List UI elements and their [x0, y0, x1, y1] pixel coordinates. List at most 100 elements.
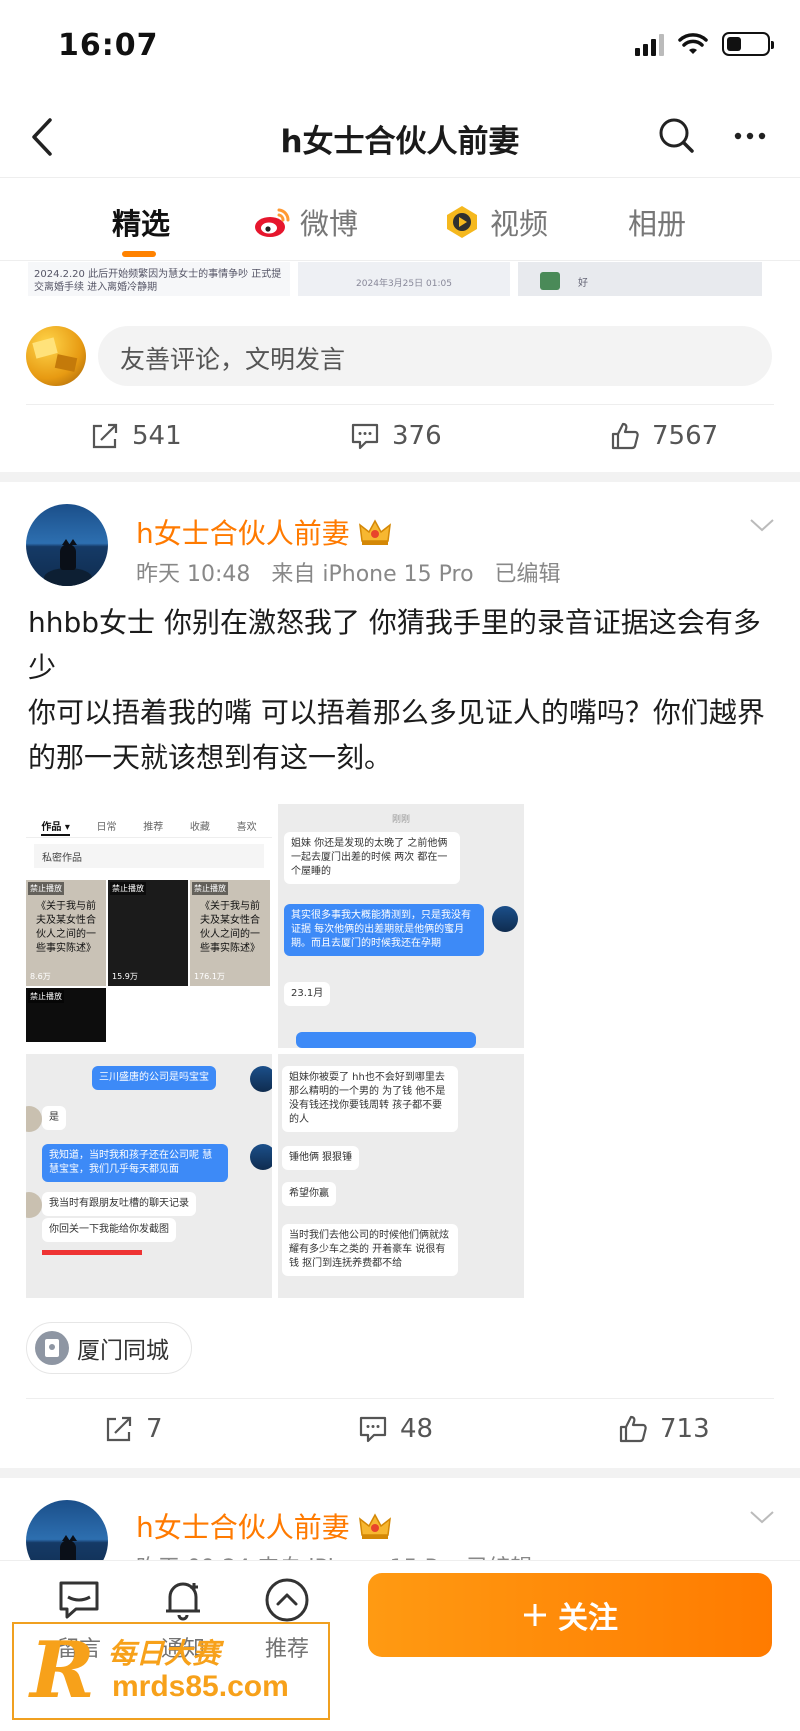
previous-post-images: 2024.2.20 此后开始频繁因为慧女士的事情争吵 正式提交离婚手续 进入离婚… [28, 262, 772, 296]
chat-bubble: 希望你赢 [282, 1182, 336, 1206]
screenshot-tab: 喜欢 [236, 822, 257, 833]
comment-icon [359, 1416, 387, 1443]
post-image[interactable]: 三川盛唐的公司是吗宝宝 是 我知道，当时我和孩子还在公司呢 慧慧宝宝，我们几乎每… [26, 1054, 272, 1298]
chat-avatar [250, 1066, 272, 1092]
tab-label: 视频 [490, 207, 549, 241]
chat-bubble: 三川盛唐的公司是吗宝宝 [92, 1066, 216, 1090]
thumbs-up-icon [619, 1415, 647, 1443]
battery-icon [722, 32, 774, 56]
plus-icon [524, 1604, 546, 1626]
repost-button[interactable]: 7 [104, 1414, 163, 1444]
chat-bubble: 当时我们去他公司的时候他们俩就炫耀有多少车之类的 开着豪车 说很有钱 抠门到连抚… [282, 1224, 458, 1276]
video-icon [447, 206, 477, 238]
cellular-signal-icon [635, 32, 664, 56]
tab-label: 微博 [300, 207, 359, 241]
post-separator [0, 1468, 800, 1478]
location-tag[interactable]: 厦门同城 [26, 1322, 192, 1374]
chat-bubble: 我当时有跟朋友吐槽的聊天记录 [42, 1192, 196, 1216]
crown-badge-icon [358, 1513, 391, 1539]
post-source: 来自 iPhone 15 Pro [271, 562, 474, 587]
chat-bubble: 锤他俩 狠狠锤 [282, 1146, 360, 1170]
status-bar: 16:07 [0, 0, 800, 100]
comment-count: 48 [400, 1414, 434, 1444]
follow-button[interactable]: 关注 [368, 1573, 772, 1657]
chat-avatar [250, 1144, 272, 1170]
redaction-mark [42, 1250, 142, 1255]
thumbs-up-icon [611, 422, 639, 450]
post-separator [0, 472, 800, 482]
screenshot-tab: 推荐 [143, 822, 164, 833]
repost-button[interactable]: 541 [90, 421, 182, 451]
post-text: hhbb女士 你别在激怒我了 你猜我手里的录音证据这会有多少 你可以捂着我的嘴 … [28, 600, 774, 780]
search-icon[interactable] [655, 114, 699, 158]
chevron-down-icon[interactable] [748, 1508, 776, 1526]
avatar [26, 326, 86, 386]
comment-icon [351, 423, 379, 450]
comment-button[interactable]: 48 [358, 1414, 433, 1444]
top-nav: h女士合伙人前妻 [0, 100, 800, 178]
watermark-cn-text: 每日大赛 [108, 1637, 221, 1670]
like-button[interactable]: 7567 [610, 421, 718, 451]
post-meta: 昨天 10:48 来自 iPhone 15 Pro 已编辑 [136, 556, 561, 588]
tab-album[interactable]: 相册 [628, 197, 686, 247]
comment-count: 376 [392, 421, 442, 451]
video-thumbnail: 禁止播放 《关于我与前夫及某女性合伙人之间的一些事实陈述》 176.1万 [190, 880, 270, 986]
chat-bubble: 是 [42, 1106, 66, 1130]
post-image[interactable]: 刚刚 姐妹 你还是发现的太晚了 之前他俩一起去厦门出差的时候 两次 都在一个屋睡… [278, 804, 524, 1048]
chat-avatar [26, 1106, 42, 1132]
repost-icon [106, 1416, 132, 1442]
repost-icon [92, 423, 118, 449]
tab-featured[interactable]: 精选 [112, 197, 170, 247]
post-image[interactable]: 姐妹你被耍了 hh也不会好到哪里去 那么精明的一个男的 为了钱 他不是没有钱还找… [278, 1054, 524, 1298]
status-icons [635, 32, 774, 56]
tab-weibo[interactable]: 微博 [252, 197, 358, 247]
username[interactable]: h女士合伙人前妻 [136, 512, 350, 552]
post-image[interactable]: 作品 ▾ 日常 推荐 收藏 喜欢 私密作品 禁止播放 《关于我与前夫及某女性合伙… [26, 804, 272, 1048]
post-author[interactable]: h女士合伙人前妻 [136, 1506, 392, 1546]
post-time: 昨天 10:48 [136, 562, 251, 587]
post-text-line: hhbb女士 你别在激怒我了 你猜我手里的录音证据这会有多少 [28, 606, 761, 684]
comment-input[interactable]: 友善评论，文明发言 [98, 326, 772, 386]
chevron-up-circle-icon [265, 1578, 309, 1622]
follow-label: 关注 [558, 1601, 618, 1636]
previous-post-actions: 541 376 7567 [0, 405, 800, 475]
like-count: 7567 [652, 421, 719, 451]
post-actions: 7 48 713 [0, 1398, 800, 1468]
chevron-down-icon[interactable] [748, 516, 776, 534]
status-time: 16:07 [58, 28, 159, 63]
repost-count: 7 [146, 1414, 163, 1444]
repost-count: 541 [132, 421, 182, 451]
tab-video[interactable]: 视频 [442, 197, 548, 247]
watermark-r-logo: R [30, 1625, 95, 1716]
like-count: 713 [660, 1414, 710, 1444]
more-icon[interactable] [728, 114, 772, 158]
chat-bubble [296, 1032, 476, 1048]
previous-post-image[interactable]: 2024年3月25日 01:05 [298, 262, 510, 296]
post-author[interactable]: h女士合伙人前妻 [136, 512, 392, 552]
chat-bubble: 其实很多事我大概能猜测到，只是我没有证据 每次他俩的出差期就是他俩的蜜月期。而且… [284, 904, 484, 956]
watermark-url: mrds85.com [112, 1670, 289, 1703]
previous-post-image[interactable]: 好 [518, 262, 762, 296]
screenshot-tabs: 作品 ▾ 日常 推荐 收藏 喜欢 [26, 804, 272, 838]
like-button[interactable]: 713 [618, 1414, 710, 1444]
chat-avatar [492, 906, 518, 932]
profile-tabs: 精选 微博 视频 相册 [0, 179, 800, 261]
edited-label: 已编辑 [494, 562, 561, 587]
chat-bubble: 我知道，当时我和孩子还在公司呢 慧慧宝宝，我们几乎每天都见面 [42, 1144, 228, 1182]
comment-button[interactable]: 376 [350, 421, 442, 451]
video-thumbnail: 禁止播放 [26, 988, 106, 1042]
tab-label: 相册 [628, 207, 687, 241]
avatar[interactable] [26, 504, 108, 586]
chat-bubble: 你回关一下我能给你发截图 [42, 1218, 176, 1242]
chat-bubble: 姐妹你被耍了 hh也不会好到哪里去 那么精明的一个男的 为了钱 他不是没有钱还找… [282, 1066, 458, 1132]
username[interactable]: h女士合伙人前妻 [136, 1506, 350, 1546]
screenshot-tab: 日常 [96, 822, 117, 833]
screenshot-tab: 作品 ▾ [41, 818, 70, 836]
previous-post-image[interactable]: 2024.2.20 此后开始频繁因为慧女士的事情争吵 正式提交离婚手续 进入离婚… [28, 262, 290, 296]
tab-label: 精选 [112, 207, 171, 241]
video-thumbnails: 禁止播放 《关于我与前夫及某女性合伙人之间的一些事实陈述》 8.6万 禁止播放 … [26, 880, 272, 986]
weibo-logo-icon [255, 208, 290, 237]
comment-row: 友善评论，文明发言 [0, 320, 800, 396]
watermark-logo: R 每日大赛 mrds85.com [12, 1622, 330, 1720]
location-label: 厦门同城 [77, 1338, 169, 1364]
